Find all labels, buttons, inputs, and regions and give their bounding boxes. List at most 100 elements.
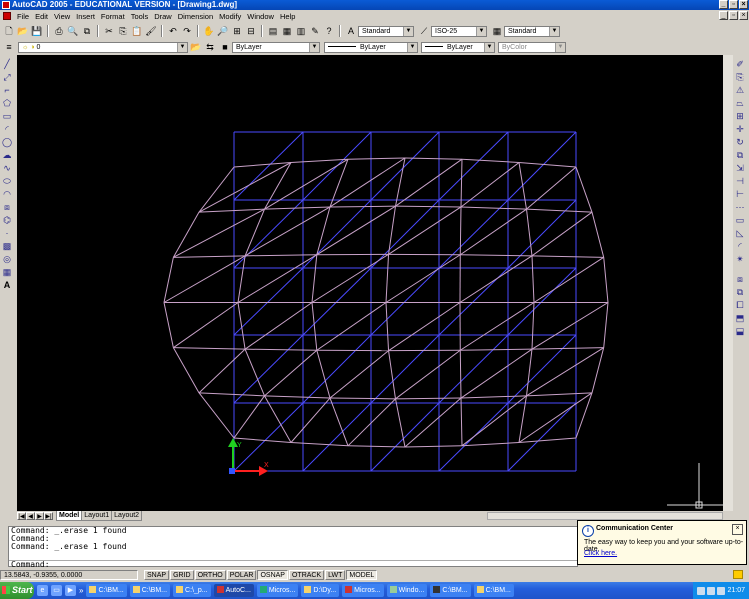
mirror-icon[interactable]: ⚠ [734, 84, 746, 96]
tray-icon[interactable] [717, 586, 726, 595]
construction-line-icon[interactable]: ⤢ [1, 71, 13, 83]
snap-toggle[interactable]: SNAP [144, 569, 170, 580]
balloon-close-button[interactable]: × [732, 524, 743, 535]
menu-tools[interactable]: Tools [128, 12, 152, 21]
otrack-toggle[interactable]: OTRACK [288, 569, 325, 580]
markup-icon[interactable]: ✎ [309, 25, 321, 37]
help-icon[interactable]: ? [323, 25, 335, 37]
menu-modify[interactable]: Modify [216, 12, 244, 21]
preview-icon[interactable]: 🔍 [67, 25, 79, 37]
break-icon[interactable]: ▭ [734, 214, 746, 226]
menu-dimension[interactable]: Dimension [175, 12, 216, 21]
coordinates-display[interactable]: 13.5843, -0.9355, 0.0000 [0, 569, 138, 580]
lineweight-select[interactable]: ByLayer ▼ [421, 41, 495, 53]
taskbar-item-autocad[interactable]: AutoC... [213, 584, 254, 597]
menu-draw[interactable]: Draw [151, 12, 175, 21]
quicklaunch-desktop-icon[interactable]: ▭ [51, 585, 62, 596]
tab-layout1[interactable]: Layout1 [81, 511, 113, 521]
communication-center-icon[interactable] [733, 570, 743, 579]
redo-icon[interactable]: ↷ [181, 25, 193, 37]
taskbar-item[interactable]: D:\Dy... [301, 584, 340, 597]
print-icon[interactable]: ⎙ [53, 25, 65, 37]
taskbar-item[interactable]: Windo... [386, 584, 428, 597]
break-at-point-icon[interactable]: ⋯ [734, 201, 746, 213]
taskbar-item[interactable]: C:\BM... [473, 584, 514, 597]
properties-icon[interactable]: ▤ [267, 25, 279, 37]
menu-file[interactable]: File [14, 12, 32, 21]
quicklaunch-more-icon[interactable]: » [79, 586, 83, 595]
taskbar-item[interactable]: C:\BM... [86, 584, 127, 597]
make-current-layer-icon[interactable]: 📂 [190, 41, 202, 53]
taskbar-item[interactable]: C:\BM... [129, 584, 171, 597]
menu-help[interactable]: Help [277, 12, 298, 21]
make-block-icon[interactable]: ⌬ [1, 214, 13, 226]
copy-object-icon[interactable]: ⎘ [734, 71, 746, 83]
explode-icon[interactable]: ✴ [734, 253, 746, 265]
tray-icon[interactable] [707, 586, 716, 595]
layer-previous-icon[interactable]: ⇆ [204, 41, 216, 53]
taskbar-item[interactable]: Micros... [256, 584, 299, 597]
cut-icon[interactable]: ✂ [103, 25, 115, 37]
doc-restore-button[interactable]: ▫ [729, 11, 738, 20]
drawing-area[interactable]: Y X [17, 55, 723, 511]
quicklaunch-ie-icon[interactable]: e [37, 585, 48, 596]
grid-toggle[interactable]: GRID [170, 569, 194, 580]
next-tab-button[interactable]: ▶ [35, 512, 44, 520]
erase-icon[interactable]: ✐ [734, 58, 746, 70]
tab-layout2[interactable]: Layout2 [111, 511, 143, 521]
linetype-select[interactable]: ByLayer ▼ [324, 41, 418, 53]
rectangle-icon[interactable]: ▭ [1, 110, 13, 122]
zoom-window-icon[interactable]: ⊞ [231, 25, 243, 37]
line-icon[interactable]: ╱ [1, 58, 13, 70]
zoom-realtime-icon[interactable]: 🔎 [217, 25, 229, 37]
layer-manager-icon[interactable]: ≡ [3, 41, 15, 53]
stretch-icon[interactable]: ⇲ [734, 162, 746, 174]
menu-insert[interactable]: Insert [73, 12, 98, 21]
hatch-icon[interactable]: ▩ [1, 240, 13, 252]
rotate-icon[interactable]: ↻ [734, 136, 746, 148]
table-style-select[interactable]: Standard ▼ [504, 25, 560, 37]
send-back-icon[interactable]: ⧠ [734, 299, 746, 311]
polygon-icon[interactable]: ⬠ [1, 97, 13, 109]
revision-cloud-icon[interactable]: ☁ [1, 149, 13, 161]
pan-icon[interactable]: ✋ [203, 25, 215, 37]
zoom-previous-icon[interactable]: ⊟ [245, 25, 257, 37]
prev-tab-button[interactable]: ◀ [26, 512, 35, 520]
polyline-icon[interactable]: ⌐ [1, 84, 13, 96]
paste-icon[interactable]: 📋 [131, 25, 143, 37]
minimize-button[interactable]: _ [719, 0, 728, 9]
layer-select[interactable]: ☼ ◑ 0 ▼ [18, 41, 188, 53]
horizontal-scrollbar[interactable] [487, 512, 723, 520]
menu-window[interactable]: Window [244, 12, 277, 21]
scale-icon[interactable]: ⧉ [734, 149, 746, 161]
publish-icon[interactable]: ⧉ [81, 25, 93, 37]
ortho-toggle[interactable]: ORTHO [194, 569, 226, 580]
first-tab-button[interactable]: |◀ [17, 512, 26, 520]
spline-icon[interactable]: ∿ [1, 162, 13, 174]
bring-front-icon[interactable]: ⧉ [734, 286, 746, 298]
last-tab-button[interactable]: ▶| [44, 512, 53, 520]
tray-icon[interactable] [697, 586, 706, 595]
model-toggle[interactable]: MODEL [346, 569, 378, 580]
insert-block-icon[interactable]: ⧈ [1, 201, 13, 213]
restore-button[interactable]: ▫ [729, 0, 738, 9]
menu-edit[interactable]: Edit [32, 12, 51, 21]
chamfer-icon[interactable]: ◺ [734, 227, 746, 239]
point-icon[interactable]: · [1, 227, 13, 239]
color-select[interactable]: ByLayer ▼ [232, 41, 320, 53]
document-icon[interactable] [3, 12, 11, 20]
close-button[interactable]: × [739, 0, 748, 9]
menu-view[interactable]: View [51, 12, 73, 21]
array-icon[interactable]: ⊞ [734, 110, 746, 122]
send-under-icon[interactable]: ⬓ [734, 325, 746, 337]
open-icon[interactable]: 📂 [17, 25, 29, 37]
text-style-select[interactable]: Standard ▼ [358, 25, 414, 37]
new-icon[interactable]: 🗋 [3, 25, 15, 37]
extend-icon[interactable]: ⊢ [734, 188, 746, 200]
fillet-icon[interactable]: ◜ [734, 240, 746, 252]
taskbar-item[interactable]: C:\BM... [430, 584, 471, 597]
design-center-icon[interactable]: ▦ [281, 25, 293, 37]
polar-toggle[interactable]: POLAR [226, 569, 257, 580]
start-button[interactable]: Start [0, 582, 34, 599]
draw-order-icon[interactable]: ⧈ [734, 273, 746, 285]
